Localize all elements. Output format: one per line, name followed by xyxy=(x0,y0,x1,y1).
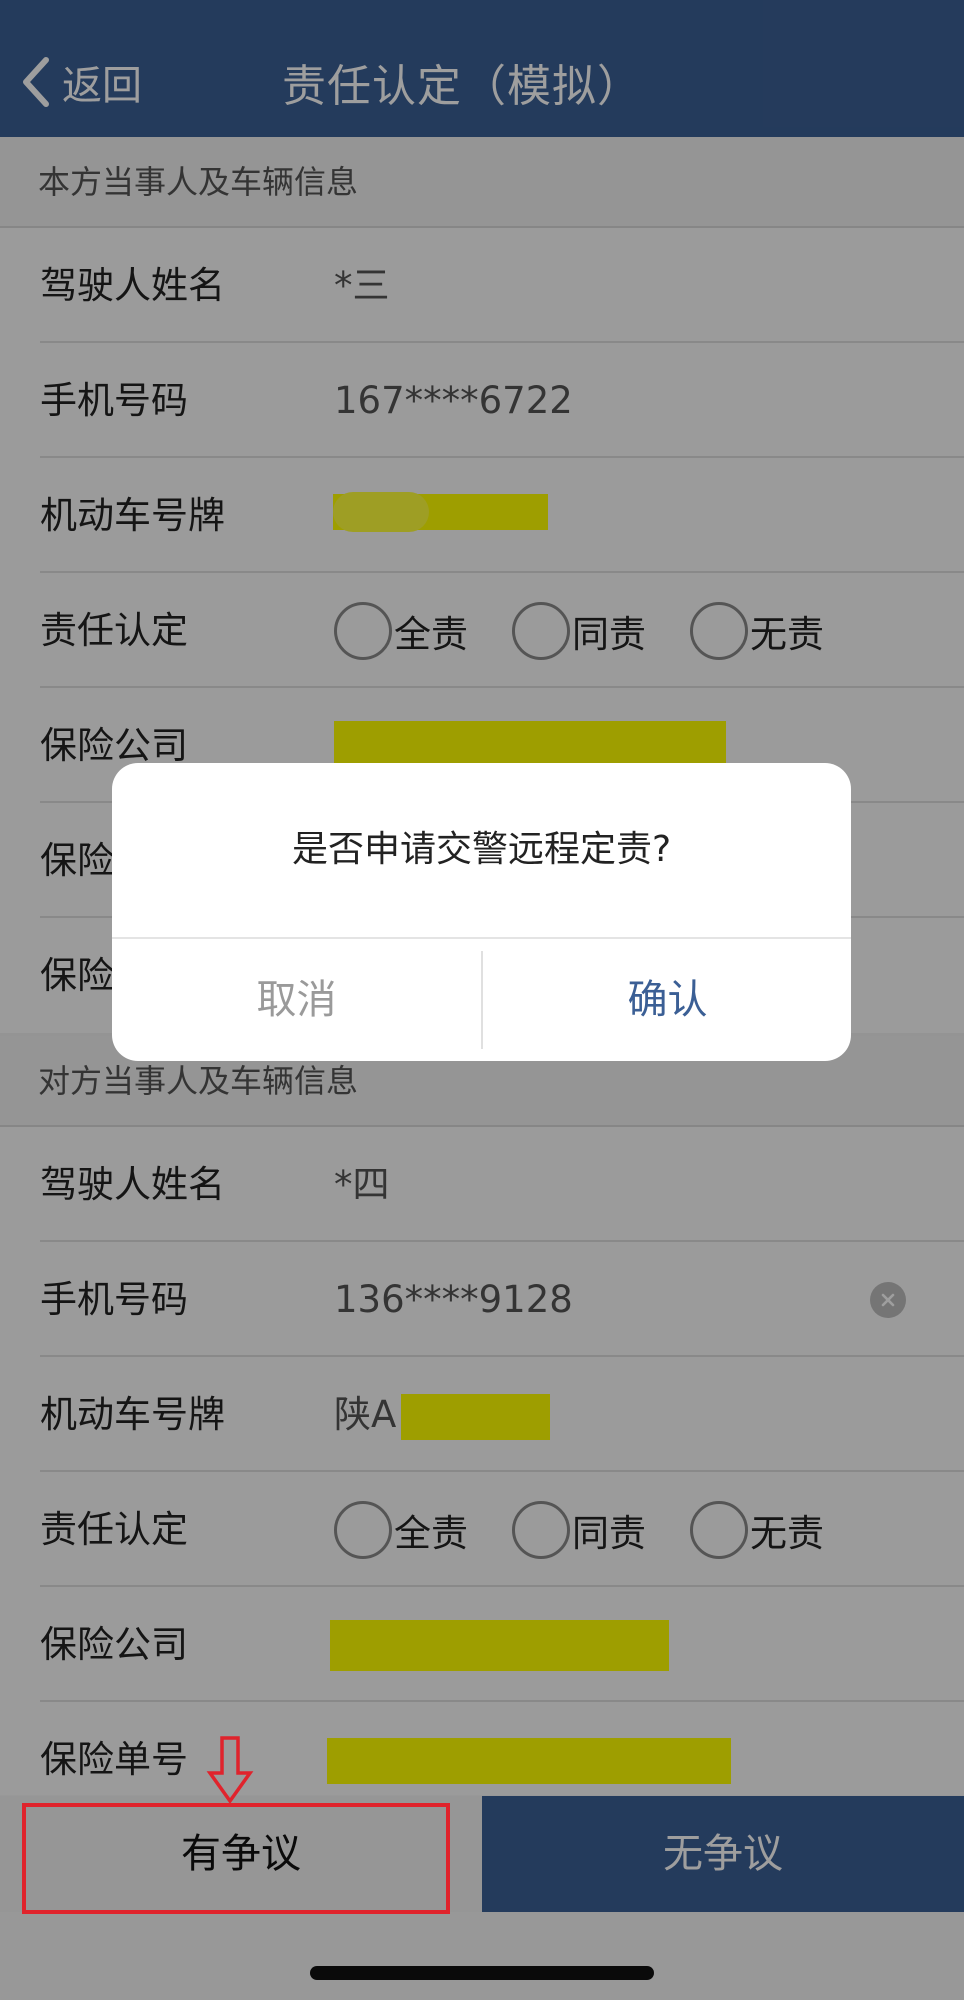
dialog-message: 是否申请交警远程定责? xyxy=(291,829,672,870)
dialog-confirm-button[interactable]: 确认 xyxy=(483,939,851,1061)
dialog-cancel-button[interactable]: 取消 xyxy=(112,939,481,1061)
confirm-dialog: 是否申请交警远程定责? 取消 确认 xyxy=(112,763,851,1061)
